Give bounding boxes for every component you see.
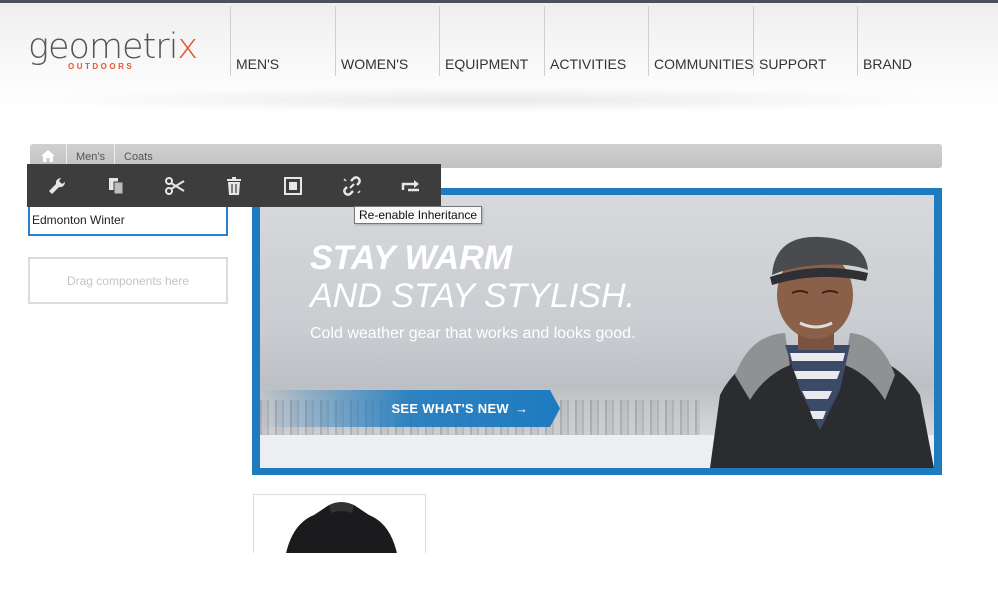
cta-label: SEE WHAT'S NEW: [391, 401, 509, 416]
site-header: geometrix OUTDOORS MEN'S WOMEN'S EQUIPME…: [0, 0, 998, 113]
drop-zone[interactable]: Drag components here: [28, 257, 228, 304]
main-nav: MEN'S WOMEN'S EQUIPMENT ACTIVITIES COMMU…: [230, 6, 961, 76]
logo-x: x: [177, 27, 198, 67]
link-icon[interactable]: [322, 164, 381, 207]
tooltip: Re-enable Inheritance: [354, 206, 483, 224]
nav-item-mens[interactable]: MEN'S: [230, 6, 335, 76]
hero-tagline: Cold weather gear that works and looks g…: [310, 325, 636, 342]
nav-item-womens[interactable]: WOMEN'S: [335, 6, 439, 76]
drop-zone-label: Drag components here: [66, 273, 190, 288]
component-edit-toolbar: [27, 164, 441, 207]
wrench-icon[interactable]: [27, 164, 86, 207]
hero-image: STAY WARM AND STAY STYLISH. Cold weather…: [260, 195, 934, 468]
delete-icon[interactable]: [204, 164, 263, 207]
nav-item-support[interactable]: SUPPORT: [753, 6, 857, 76]
component-title-text[interactable]: Edmonton Winter: [28, 205, 228, 236]
brand-logo[interactable]: geometrix OUTDOORS: [28, 27, 198, 71]
page-bottom: [0, 553, 998, 611]
copy-icon[interactable]: [86, 164, 145, 207]
nav-item-equipment[interactable]: EQUIPMENT: [439, 6, 544, 76]
logo-text: geometri: [28, 27, 178, 67]
see-whats-new-button[interactable]: SEE WHAT'S NEW →: [260, 390, 560, 427]
logo-subtitle: OUTDOORS: [68, 62, 135, 71]
nav-item-activities[interactable]: ACTIVITIES: [544, 6, 648, 76]
hero-headline: STAY WARM: [310, 239, 513, 277]
hero-banner[interactable]: STAY WARM AND STAY STYLISH. Cold weather…: [252, 188, 942, 475]
group-icon[interactable]: [263, 164, 322, 207]
nav-item-communities[interactable]: COMMUNITIES: [648, 6, 754, 76]
hero-person-photo: [710, 236, 934, 468]
arrow-right-icon: →: [515, 401, 528, 416]
cut-icon[interactable]: [145, 164, 204, 207]
move-icon[interactable]: [381, 164, 440, 207]
hero-subheadline: AND STAY STYLISH.: [310, 277, 635, 315]
header-shadow: [20, 87, 960, 113]
nav-item-brand[interactable]: BRAND: [857, 6, 961, 76]
